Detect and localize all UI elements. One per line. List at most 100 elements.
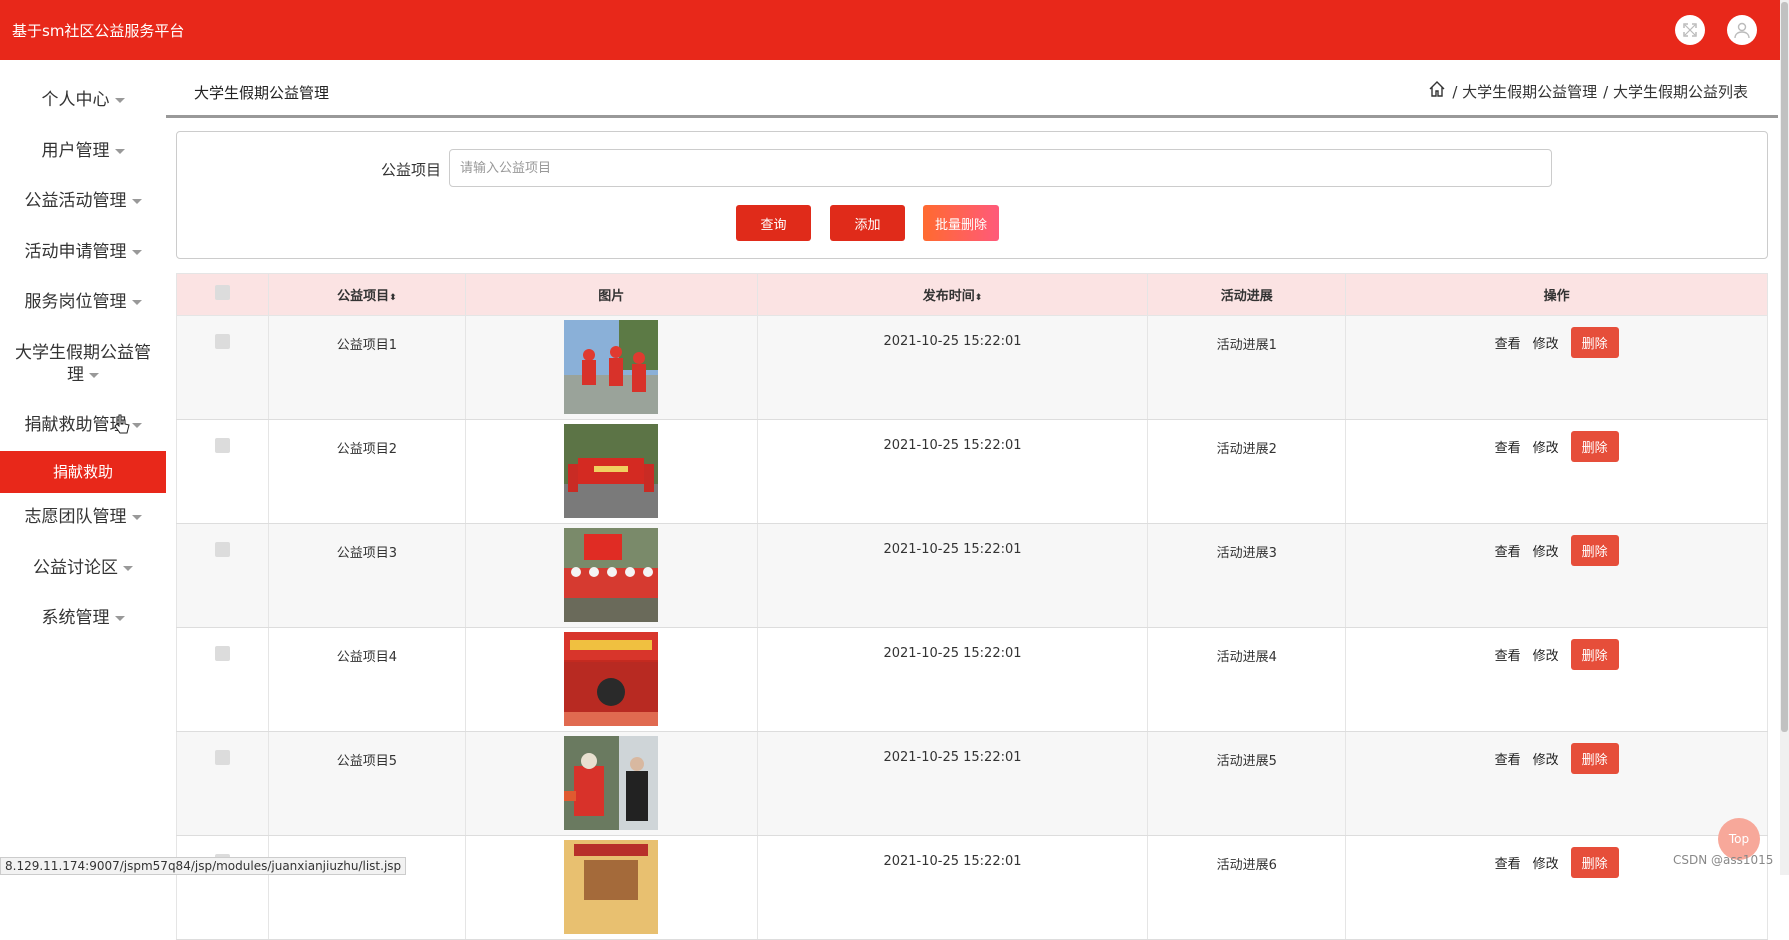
edit-link[interactable]: 修改 bbox=[1533, 749, 1559, 768]
page-title: 大学生假期公益管理 bbox=[194, 84, 330, 102]
row-actions: 查看 修改 删除 bbox=[1346, 327, 1767, 358]
sidebar-item-volunteer-team-management[interactable]: 志愿团队管理 bbox=[0, 506, 166, 528]
cell-name: 公益项目4 bbox=[267, 627, 466, 732]
edit-link[interactable]: 修改 bbox=[1533, 437, 1559, 456]
page-scrollbar[interactable] bbox=[1780, 0, 1789, 875]
cell-time: 2021-10-25 15:22:01 bbox=[756, 627, 1149, 732]
row-actions: 查看 修改 删除 bbox=[1346, 431, 1767, 462]
edit-link[interactable]: 修改 bbox=[1533, 853, 1559, 872]
sidebar-item-personal-center[interactable]: 个人中心 bbox=[0, 89, 166, 111]
search-label: 公益项目 bbox=[381, 161, 442, 179]
select-all-checkbox[interactable] bbox=[214, 285, 230, 300]
edit-link[interactable]: 修改 bbox=[1533, 333, 1559, 352]
column-header-image: 图片 bbox=[464, 273, 758, 316]
sidebar-item-discussion-area[interactable]: 公益讨论区 bbox=[0, 557, 166, 579]
sidebar-item-service-post-management[interactable]: 服务岗位管理 bbox=[0, 291, 166, 313]
delete-button[interactable]: 删除 bbox=[1570, 639, 1619, 670]
sidebar-subitem-donation[interactable]: 捐献救助 bbox=[0, 451, 166, 493]
chevron-down-icon bbox=[114, 615, 125, 621]
cell-progress: 活动进展4 bbox=[1147, 627, 1347, 732]
column-header-time[interactable]: 发布时间⬍ bbox=[756, 273, 1149, 316]
sort-icon[interactable]: ⬍ bbox=[975, 293, 983, 303]
project-image[interactable] bbox=[564, 840, 659, 938]
app-title: 基于sm社区公益服务平台 bbox=[12, 22, 185, 40]
cell-time: 2021-10-25 15:22:01 bbox=[756, 419, 1149, 524]
view-link[interactable]: 查看 bbox=[1495, 853, 1521, 872]
view-link[interactable]: 查看 bbox=[1495, 541, 1521, 560]
cell-time: 2021-10-25 15:22:01 bbox=[756, 315, 1149, 420]
chevron-down-icon bbox=[114, 97, 125, 103]
sidebar-item-activity-management[interactable]: 公益活动管理 bbox=[0, 190, 166, 212]
user-avatar-icon[interactable] bbox=[1727, 15, 1757, 45]
row-checkbox[interactable] bbox=[214, 334, 230, 349]
sidebar-item-system-management[interactable]: 系统管理 bbox=[0, 607, 166, 629]
project-image[interactable] bbox=[564, 320, 659, 418]
chevron-down-icon bbox=[89, 372, 99, 378]
cell-name: 公益项目1 bbox=[267, 315, 466, 420]
cell-name: 公益项目2 bbox=[267, 419, 466, 524]
table-row: 公益项目3 2021-10-25 15:22:01 活动进展3 查看 修改 删除 bbox=[176, 523, 1768, 628]
project-image[interactable] bbox=[564, 528, 659, 626]
edit-link[interactable]: 修改 bbox=[1533, 645, 1559, 664]
home-icon[interactable] bbox=[1428, 80, 1446, 102]
sidebar-item-donation-management[interactable]: 捐献救助管理 bbox=[0, 414, 166, 436]
fullscreen-icon[interactable] bbox=[1675, 15, 1705, 45]
view-link[interactable]: 查看 bbox=[1495, 749, 1521, 768]
column-header-name[interactable]: 公益项目⬍ bbox=[267, 273, 466, 316]
chevron-down-icon bbox=[114, 148, 125, 154]
chevron-down-icon bbox=[131, 514, 142, 520]
row-checkbox[interactable] bbox=[214, 542, 230, 557]
edit-link[interactable]: 修改 bbox=[1533, 541, 1559, 560]
chevron-down-icon bbox=[123, 565, 133, 571]
project-image[interactable] bbox=[564, 736, 659, 834]
cell-time: 2021-10-25 15:22:01 bbox=[756, 835, 1149, 940]
chevron-down-icon bbox=[131, 422, 142, 428]
sidebar-item-student-holiday-charity[interactable]: 大学生假期公益管理 bbox=[0, 342, 166, 386]
breadcrumb-item: / 大学生假期公益列表 bbox=[1603, 82, 1748, 101]
column-header-progress: 活动进展 bbox=[1147, 273, 1347, 316]
sidebar-item-user-management[interactable]: 用户管理 bbox=[0, 140, 166, 162]
view-link[interactable]: 查看 bbox=[1495, 437, 1521, 456]
cell-name: 公益项目6 bbox=[267, 835, 466, 940]
cell-name: 公益项目5 bbox=[267, 731, 466, 836]
top-bar: 基于sm社区公益服务平台 bbox=[0, 0, 1780, 60]
watermark: CSDN @ass1015 bbox=[1673, 853, 1774, 867]
search-input[interactable] bbox=[449, 149, 1552, 187]
mouse-cursor-icon bbox=[114, 414, 130, 439]
row-checkbox[interactable] bbox=[214, 750, 230, 765]
delete-button[interactable]: 删除 bbox=[1570, 327, 1619, 358]
cell-progress: 活动进展6 bbox=[1147, 835, 1347, 940]
status-url: 8.129.11.174:9007/jspm57q84/jsp/modules/… bbox=[0, 857, 407, 875]
delete-button[interactable]: 删除 bbox=[1570, 431, 1619, 462]
view-link[interactable]: 查看 bbox=[1495, 645, 1521, 664]
batch-delete-button[interactable]: 批量删除 bbox=[923, 205, 999, 241]
query-button[interactable]: 查询 bbox=[736, 205, 811, 241]
column-header-operations: 操作 bbox=[1345, 273, 1768, 316]
row-actions: 查看 修改 删除 bbox=[1346, 535, 1767, 566]
delete-button[interactable]: 删除 bbox=[1570, 743, 1619, 774]
cell-progress: 活动进展2 bbox=[1147, 419, 1347, 524]
table-row: 公益项目6 2021-10-25 15:22:01活动进展6 查看修改删除 bbox=[176, 835, 1768, 940]
cell-name: 公益项目3 bbox=[267, 523, 466, 628]
sort-icon[interactable]: ⬍ bbox=[389, 293, 397, 303]
row-checkbox[interactable] bbox=[214, 438, 230, 453]
sidebar-item-application-management[interactable]: 活动申请管理 bbox=[0, 241, 166, 263]
cell-time: 2021-10-25 15:22:01 bbox=[756, 731, 1149, 836]
chevron-down-icon bbox=[131, 299, 142, 305]
sidebar: 个人中心 用户管理 公益活动管理 活动申请管理 服务岗位管理 大学生假期公益管理… bbox=[0, 60, 166, 875]
add-button[interactable]: 添加 bbox=[830, 205, 905, 241]
cell-progress: 活动进展1 bbox=[1147, 315, 1347, 420]
row-actions: 查看 修改 删除 bbox=[1346, 639, 1767, 670]
delete-button[interactable]: 删除 bbox=[1570, 535, 1619, 566]
row-checkbox[interactable] bbox=[214, 646, 230, 661]
project-image[interactable] bbox=[564, 424, 659, 522]
delete-button[interactable]: 删除 bbox=[1570, 847, 1619, 878]
table-row: 公益项目2 2021-10-25 15:22:01 活动进展2 查看 修改 删除 bbox=[176, 419, 1768, 524]
view-link[interactable]: 查看 bbox=[1495, 333, 1521, 352]
table-row: 公益项目4 2021-10-25 15:22:01 活动进展4 查看 修改 删除 bbox=[176, 627, 1768, 732]
project-image[interactable] bbox=[564, 632, 659, 730]
breadcrumb-item[interactable]: / 大学生假期公益管理 bbox=[1452, 81, 1597, 102]
search-panel: 公益项目 查询 添加 批量删除 bbox=[176, 131, 1768, 259]
breadcrumb: / 大学生假期公益管理 / 大学生假期公益列表 bbox=[1422, 80, 1748, 102]
cell-progress: 活动进展5 bbox=[1147, 731, 1347, 836]
